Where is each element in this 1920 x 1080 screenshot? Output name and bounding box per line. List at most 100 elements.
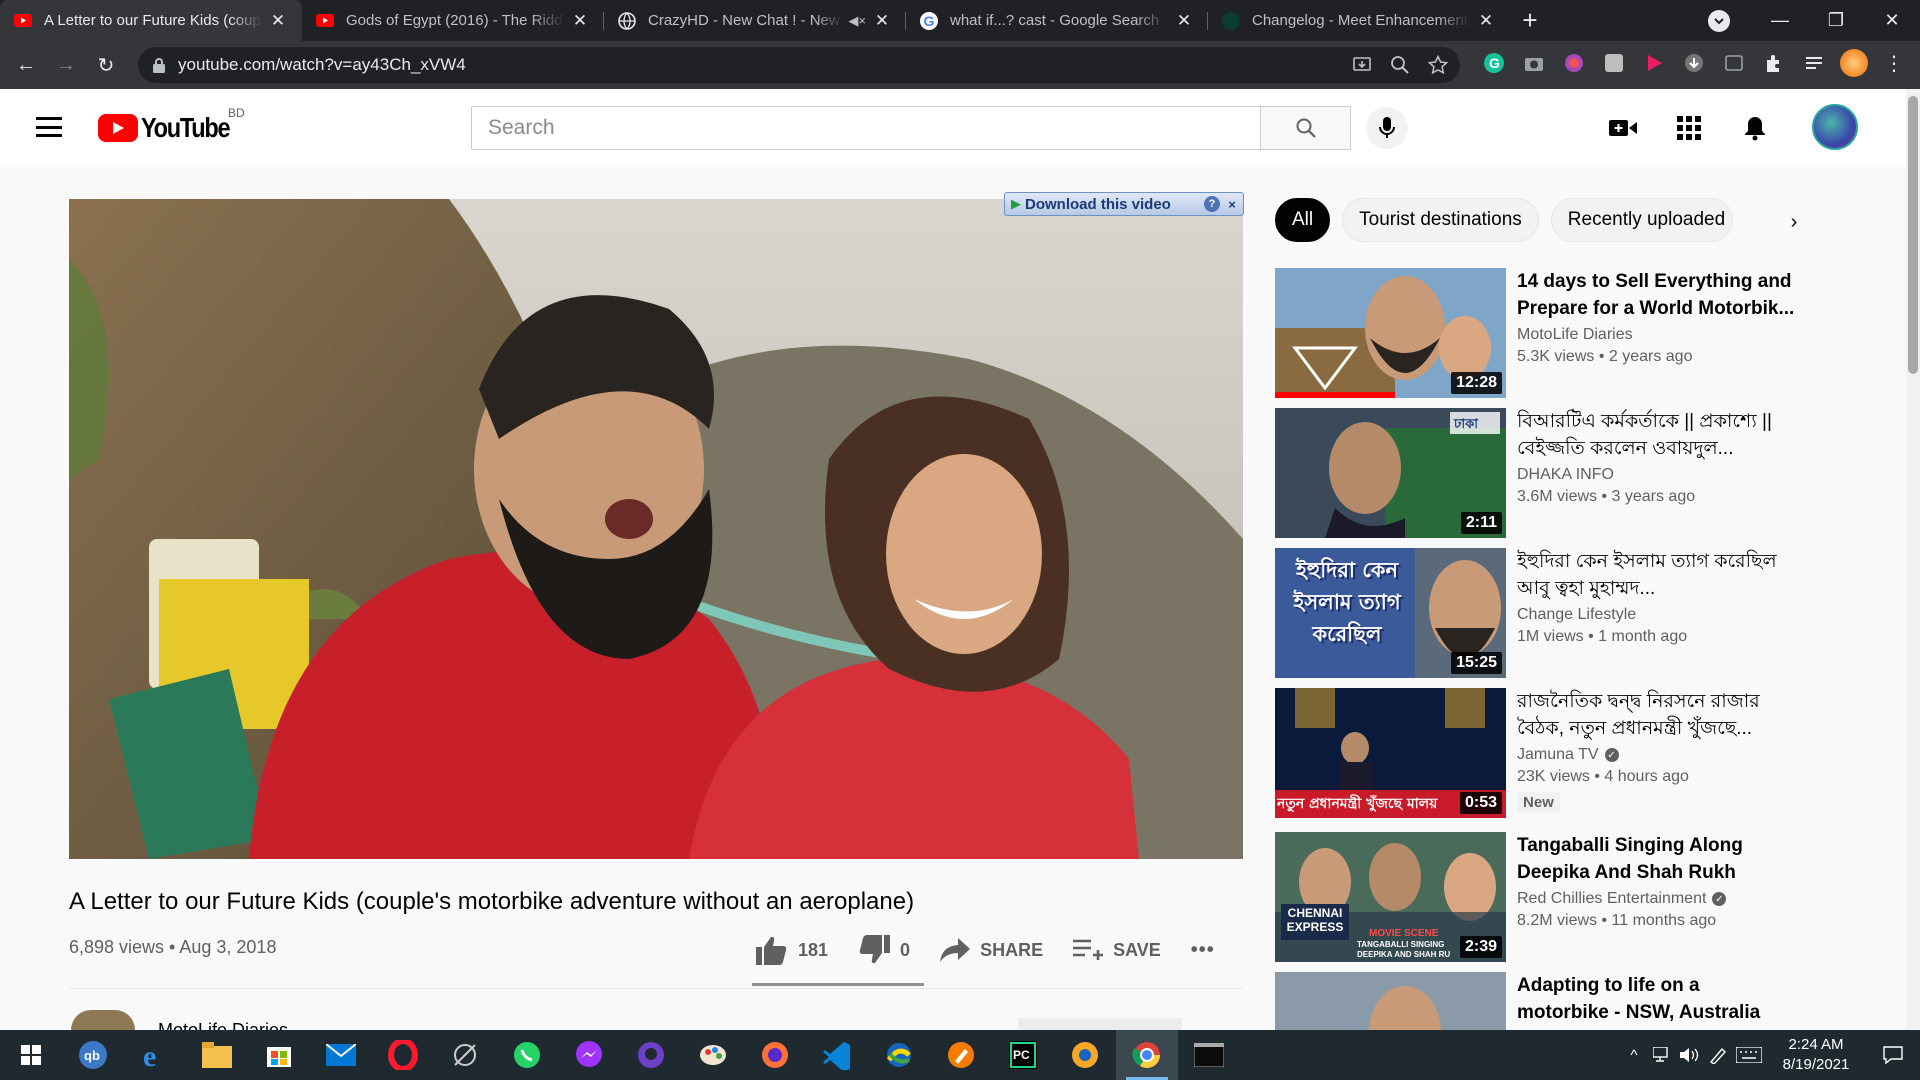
reading-list-icon[interactable] bbox=[1800, 49, 1828, 77]
satellite-app-icon[interactable] bbox=[434, 1030, 496, 1080]
chevron-up-icon[interactable]: ^ bbox=[1620, 1041, 1648, 1069]
pen-app-icon[interactable] bbox=[930, 1030, 992, 1080]
chrome-icon[interactable] bbox=[1116, 1030, 1178, 1080]
related-video-channel[interactable]: Jamuna TV bbox=[1517, 746, 1599, 764]
related-video[interactable]: নতুন প্রধানমন্ত্রী খুঁজছে মালয় 0:53 রাজ… bbox=[1275, 688, 1795, 818]
extension-colorful-icon[interactable] bbox=[1560, 49, 1588, 77]
search-button[interactable] bbox=[1261, 106, 1351, 150]
install-icon[interactable] bbox=[1352, 55, 1372, 75]
save-button[interactable]: SAVE bbox=[1073, 938, 1161, 962]
account-avatar[interactable] bbox=[1812, 104, 1858, 150]
browser-tab-3[interactable]: CrazyHD - New Chat ! - New ◀× ✕ bbox=[604, 0, 906, 41]
qbittorrent-icon[interactable]: qb bbox=[62, 1030, 124, 1080]
create-video-icon[interactable] bbox=[1608, 113, 1638, 143]
camera-icon[interactable] bbox=[1520, 49, 1548, 77]
download-video-banner[interactable]: ▶ Download this video ? × bbox=[1004, 192, 1244, 216]
puzzle-icon[interactable] bbox=[1760, 49, 1788, 77]
profile-icon[interactable] bbox=[1840, 49, 1868, 77]
video-thumbnail[interactable]: 12:28 bbox=[1275, 268, 1506, 398]
keyboard-icon[interactable] bbox=[1732, 1041, 1766, 1069]
bookmark-star-icon[interactable] bbox=[1427, 54, 1449, 75]
edge-legacy-icon[interactable]: e bbox=[124, 1030, 186, 1080]
like-button[interactable]: 181 bbox=[756, 935, 828, 965]
menu-kebab-icon[interactable]: ⋮ bbox=[1880, 49, 1908, 77]
download-extension-icon[interactable] bbox=[1680, 49, 1708, 77]
related-video-channel[interactable]: Red Chillies Entertainment bbox=[1517, 890, 1706, 908]
notifications-bell-icon[interactable] bbox=[1740, 113, 1770, 143]
forward-icon[interactable]: → bbox=[48, 47, 84, 83]
video-thumbnail[interactable]: CHENNAI EXPRESS MOVIE SCENE TANGABALLI SIN… bbox=[1275, 832, 1506, 962]
hamburger-menu-icon[interactable] bbox=[36, 117, 62, 137]
github-icon[interactable] bbox=[620, 1030, 682, 1080]
more-actions-button[interactable]: ••• bbox=[1191, 939, 1215, 962]
channel-avatar[interactable] bbox=[71, 1010, 135, 1030]
close-icon[interactable]: × bbox=[1224, 196, 1240, 212]
tab-search-icon[interactable] bbox=[1708, 10, 1730, 32]
play-extension-icon[interactable] bbox=[1640, 49, 1668, 77]
paint-icon[interactable] bbox=[682, 1030, 744, 1080]
tab-audio-muted-icon[interactable]: ◀× bbox=[848, 13, 866, 29]
browser-tab-2[interactable]: Gods of Egypt (2016) - The Riddle ✕ bbox=[302, 0, 604, 41]
new-tab-button[interactable]: + bbox=[1510, 0, 1550, 41]
apps-grid-icon[interactable] bbox=[1674, 113, 1704, 143]
file-explorer-icon[interactable] bbox=[186, 1030, 248, 1080]
back-icon[interactable]: ← bbox=[8, 47, 44, 83]
close-window-icon[interactable]: ✕ bbox=[1864, 0, 1920, 41]
youtube-logo[interactable]: YouTube BD bbox=[98, 106, 246, 144]
network-icon[interactable] bbox=[1648, 1041, 1676, 1069]
chip-recently-uploaded[interactable]: Recently uploaded bbox=[1550, 198, 1733, 242]
extension-square-icon[interactable] bbox=[1600, 49, 1628, 77]
zoom-icon[interactable] bbox=[1390, 55, 1410, 75]
search-input[interactable]: Search bbox=[471, 106, 1261, 150]
related-video-title[interactable]: ইহুদিরা কেন ইসলাম ত্যাগ করেছিল আবু ত্বহা… bbox=[1517, 548, 1795, 602]
scrollbar-thumb[interactable] bbox=[1908, 96, 1918, 374]
related-video-title[interactable]: Adapting to life on a motorbike - NSW, A… bbox=[1517, 972, 1795, 1026]
opera-icon[interactable] bbox=[372, 1030, 434, 1080]
video-thumbnail[interactable]: ঢাকা 2:11 bbox=[1275, 408, 1506, 538]
video-player[interactable] bbox=[69, 199, 1243, 859]
related-video[interactable]: ইহুদিরা কেন ইসলাম ত্যাগ করেছিল 15:25 ইহু… bbox=[1275, 548, 1795, 678]
microsoft-store-icon[interactable] bbox=[248, 1030, 310, 1080]
video-thumbnail[interactable] bbox=[1275, 972, 1506, 1030]
subscribe-button[interactable] bbox=[1018, 1018, 1182, 1030]
related-video-channel[interactable]: Change Lifestyle bbox=[1517, 606, 1795, 624]
minimize-icon[interactable]: — bbox=[1752, 0, 1808, 41]
video-thumbnail[interactable]: নতুন প্রধানমন্ত্রী খুঁজছে মালয় 0:53 bbox=[1275, 688, 1506, 818]
close-tab-icon[interactable]: ✕ bbox=[1476, 11, 1496, 31]
related-video[interactable]: ঢাকা 2:11 বিআরটিএ কর্মকর্তাকে || প্রকাশ্… bbox=[1275, 408, 1795, 538]
browser-tab-4[interactable]: G what if...? cast - Google Search ✕ bbox=[906, 0, 1208, 41]
related-video-channel[interactable]: MotoLife Diaries bbox=[1517, 326, 1795, 344]
restore-icon[interactable]: ❐ bbox=[1808, 0, 1864, 41]
grammarly-icon[interactable]: G bbox=[1480, 49, 1508, 77]
chevron-right-icon[interactable]: › bbox=[1782, 210, 1806, 234]
help-icon[interactable]: ? bbox=[1204, 196, 1220, 212]
close-tab-icon[interactable]: ✕ bbox=[872, 11, 892, 31]
vscode-icon[interactable] bbox=[806, 1030, 868, 1080]
video-thumbnail[interactable]: ইহুদিরা কেন ইসলাম ত্যাগ করেছিল 15:25 bbox=[1275, 548, 1506, 678]
related-video-title[interactable]: বিআরটিএ কর্মকর্তাকে || প্রকাশ্যে || বেইজ… bbox=[1517, 408, 1795, 462]
address-bar[interactable]: youtube.com/watch?v=ay43Ch_xVW4 bbox=[138, 47, 1460, 83]
terminal-icon[interactable] bbox=[1178, 1030, 1240, 1080]
chip-tourist-destinations[interactable]: Tourist destinations bbox=[1342, 198, 1539, 242]
messenger-icon[interactable] bbox=[558, 1030, 620, 1080]
related-video[interactable]: Adapting to life on a motorbike - NSW, A… bbox=[1275, 972, 1795, 1030]
volume-icon[interactable] bbox=[1676, 1041, 1704, 1069]
reload-icon[interactable]: ↻ bbox=[88, 47, 124, 83]
share-button[interactable]: SHARE bbox=[940, 938, 1043, 962]
whatsapp-icon[interactable] bbox=[496, 1030, 558, 1080]
chip-all[interactable]: All bbox=[1275, 198, 1331, 242]
extension-box-icon[interactable] bbox=[1720, 49, 1748, 77]
related-video[interactable]: 12:28 14 days to Sell Everything and Pre… bbox=[1275, 268, 1795, 398]
action-center-icon[interactable] bbox=[1866, 1041, 1920, 1069]
chrome-canary-icon[interactable] bbox=[1054, 1030, 1116, 1080]
channel-name[interactable]: MotoLife Diaries bbox=[158, 1020, 288, 1030]
pycharm-icon[interactable]: PC bbox=[992, 1030, 1054, 1080]
close-tab-icon[interactable]: ✕ bbox=[268, 11, 288, 31]
voice-search-button[interactable] bbox=[1366, 107, 1408, 149]
photo-app-icon[interactable] bbox=[868, 1030, 930, 1080]
browser-tab-1[interactable]: A Letter to our Future Kids (coup ✕ bbox=[0, 0, 302, 41]
firefox-icon[interactable] bbox=[744, 1030, 806, 1080]
mail-icon[interactable] bbox=[310, 1030, 372, 1080]
browser-tab-5[interactable]: Changelog - Meet Enhancement ✕ bbox=[1208, 0, 1510, 41]
windows-start-icon[interactable] bbox=[0, 1030, 62, 1080]
